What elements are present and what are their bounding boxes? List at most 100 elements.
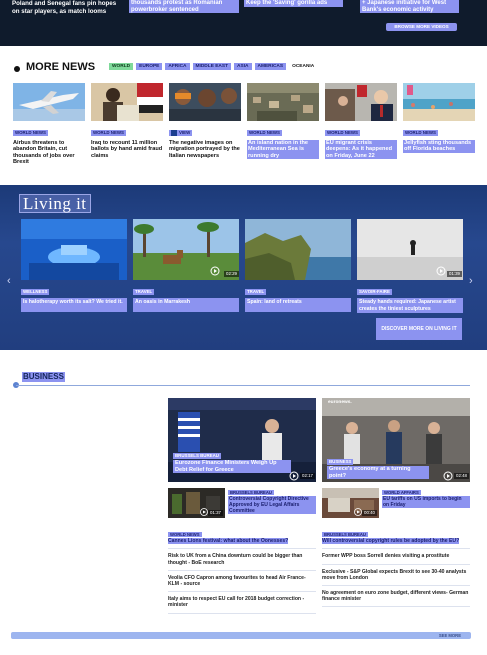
tab-oceania[interactable]: OCEANIA bbox=[289, 63, 317, 70]
tab-europe[interactable]: EUROPE bbox=[136, 63, 163, 70]
more-news-list: WORLD NEWS Airbus threatens to abandon B… bbox=[13, 83, 475, 165]
top-video-caption-2[interactable]: thousands protest as Romanian powerbroke… bbox=[129, 0, 239, 14]
video-duration: 00:40 bbox=[362, 510, 377, 516]
list-item-category: WORLD NEWS bbox=[168, 532, 202, 537]
airplane-thumbnail[interactable] bbox=[13, 83, 85, 121]
news-headline[interactable]: Iraq to recount 11 million ballots by ha… bbox=[91, 140, 163, 159]
list-item[interactable]: BRUSSELS BUREAU Will controversial copyr… bbox=[322, 528, 470, 550]
featured-headline[interactable]: Eurozone Finance Ministers Weigh Up Debt… bbox=[173, 460, 291, 474]
small-category: BRUSSELS BUREAU bbox=[228, 490, 274, 495]
list-item-category: BRUSSELS BUREAU bbox=[322, 532, 368, 537]
region-tabs: WORLD EUROPE AFRICA MIDDLE EAST ASIA AME… bbox=[109, 63, 317, 70]
tab-asia[interactable]: ASIA bbox=[234, 63, 252, 70]
list-item[interactable]: Veolia CFO Capron among favourites to he… bbox=[168, 571, 316, 593]
living-category: SAVOIR-FAIRE bbox=[357, 289, 392, 295]
news-category: WORLD NEWS bbox=[403, 130, 438, 136]
tab-middle-east[interactable]: MIDDLE EAST bbox=[192, 63, 232, 70]
carousel-next-icon[interactable]: › bbox=[469, 275, 473, 287]
see-more-label[interactable]: SEE MORE bbox=[439, 632, 461, 639]
featured-category: BRUSSELS BUREAU bbox=[173, 453, 221, 459]
list-item-headline[interactable]: Veolia CFO Capron among favourites to he… bbox=[168, 575, 306, 587]
tab-world[interactable]: WORLD bbox=[109, 63, 134, 70]
business-featured-card[interactable]: euronews. BUSINESS Greece's economy at a… bbox=[322, 398, 470, 482]
video-duration: 01:39 bbox=[447, 271, 462, 277]
living-headline[interactable]: Is halotherapy worth its salt? We tried … bbox=[21, 298, 127, 312]
featured-headline[interactable]: Greece's economy at a turning point? bbox=[327, 466, 429, 480]
list-item[interactable]: No agreement on euro zone budget, differ… bbox=[322, 586, 470, 608]
tab-africa[interactable]: AFRICA bbox=[165, 63, 190, 70]
list-item-headline[interactable]: Cannes Lions festival: what about the Oo… bbox=[168, 538, 289, 545]
news-card[interactable]: WORLD NEWS Iraq to recount 11 million ba… bbox=[91, 83, 163, 165]
list-item[interactable]: Italy aims to respect EU call for 2018 b… bbox=[168, 592, 316, 614]
list-item-headline[interactable]: Will controversial copyright rules be ad… bbox=[322, 538, 460, 545]
business-small-card[interactable]: 01:37 BRUSSELS BUREAU Controversial Copy… bbox=[168, 488, 316, 518]
list-item[interactable]: WORLD NEWS Cannes Lions festival: what a… bbox=[168, 528, 316, 550]
living-card[interactable]: SAVOIR-FAIRE Steady hands required: Japa… bbox=[357, 219, 463, 313]
list-item[interactable]: Exclusive - S&P Global expects Brexit to… bbox=[322, 565, 470, 587]
living-card[interactable]: WELLNESS Is halotherapy worth its salt? … bbox=[21, 219, 127, 313]
list-item-headline[interactable]: No agreement on euro zone budget, differ… bbox=[322, 590, 468, 602]
news-category: WORLD NEWS bbox=[91, 130, 126, 136]
news-category: VIEW bbox=[169, 129, 193, 136]
list-item[interactable]: Former WPP boss Sorrell denies visiting … bbox=[322, 549, 470, 565]
halotherapy-thumbnail[interactable] bbox=[21, 219, 127, 280]
small-category: WORLD AFFAIRS bbox=[382, 490, 421, 495]
list-item-headline[interactable]: Former WPP boss Sorrell denies visiting … bbox=[322, 553, 449, 559]
business-section: BUSINESS BRUSSELS BUREAU Eurozone Financ… bbox=[0, 360, 487, 655]
news-headline[interactable]: An island nation in the Mediterranean Se… bbox=[247, 140, 319, 159]
living-card[interactable]: TRAVEL Spain: land of retreats bbox=[245, 219, 351, 313]
business-list-left: WORLD NEWS Cannes Lions festival: what a… bbox=[168, 528, 316, 614]
list-item-headline[interactable]: Exclusive - S&P Global expects Brexit to… bbox=[322, 569, 466, 581]
living-category: WELLNESS bbox=[21, 289, 50, 295]
business-list-right: BRUSSELS BUREAU Will controversial copyr… bbox=[322, 528, 470, 608]
video-duration: 02:17 bbox=[300, 473, 315, 479]
discover-living-it-button[interactable]: DISCOVER MORE ON LIVING IT bbox=[376, 318, 462, 340]
tab-americas[interactable]: AMERICAS bbox=[254, 63, 287, 70]
news-headline[interactable]: The negative images on migration portray… bbox=[169, 140, 241, 159]
living-it-logo[interactable]: Living it bbox=[19, 194, 91, 213]
news-card[interactable]: WORLD NEWS Airbus threatens to abandon B… bbox=[13, 83, 85, 165]
news-card[interactable]: WORLD NEWS Jellyfish sting thousands off… bbox=[403, 83, 475, 165]
news-card[interactable]: WORLD NEWS An island nation in the Medit… bbox=[247, 83, 319, 165]
browse-more-videos-button[interactable]: BROWSE MORE VIDEOS bbox=[386, 23, 457, 31]
more-news-section: MORE NEWS WORLD EUROPE AFRICA MIDDLE EAS… bbox=[0, 52, 487, 172]
top-video-caption-4[interactable]: + Japanese initiative for West Bank's ec… bbox=[360, 0, 459, 14]
beach-thumbnail[interactable] bbox=[403, 83, 475, 121]
news-card[interactable]: VIEW The negative images on migration po… bbox=[169, 83, 241, 165]
living-category: TRAVEL bbox=[133, 289, 155, 295]
living-card[interactable]: TRAVEL An oasis in Marrakesh bbox=[133, 219, 239, 313]
migrants-thumbnail[interactable] bbox=[169, 83, 241, 121]
section-bullet-icon bbox=[14, 66, 20, 72]
news-headline[interactable]: Jellyfish sting thousands off Florida be… bbox=[403, 140, 475, 153]
list-item[interactable]: Risk to UK from a China downturn could b… bbox=[168, 549, 316, 571]
list-item-headline[interactable]: Risk to UK from a China downturn could b… bbox=[168, 553, 302, 565]
spain-retreats-thumbnail[interactable] bbox=[245, 219, 351, 280]
eu-crisis-thumbnail[interactable] bbox=[325, 83, 397, 121]
news-headline[interactable]: EU migrant crisis deepens: As it happene… bbox=[325, 140, 397, 159]
see-more-bar[interactable]: SEE MORE bbox=[11, 632, 471, 639]
living-headline[interactable]: Steady hands required: Japanese artist c… bbox=[357, 298, 463, 313]
top-video-caption-3[interactable]: Keep the 'Saving' gorilla ads bbox=[244, 0, 343, 7]
island-thumbnail[interactable] bbox=[247, 83, 319, 121]
section-divider bbox=[16, 385, 470, 386]
small-headline[interactable]: Controversial Copyright Directive Approv… bbox=[228, 496, 316, 514]
top-video-caption-1[interactable]: Poland and Senegal fans pin hopes on sta… bbox=[12, 0, 124, 15]
living-it-section: Living it ‹ › WELLNESS Is halotherapy wo… bbox=[0, 185, 487, 350]
business-small-card[interactable]: 00:40 WORLD AFFAIRS EU tariffs on US imp… bbox=[322, 488, 470, 518]
living-headline[interactable]: An oasis in Marrakesh bbox=[133, 298, 239, 312]
living-category: TRAVEL bbox=[245, 289, 267, 295]
living-headline[interactable]: Spain: land of retreats bbox=[245, 298, 351, 312]
featured-category: BUSINESS bbox=[327, 459, 354, 465]
video-duration: 01:37 bbox=[208, 510, 223, 516]
list-item-headline[interactable]: Italy aims to respect EU call for 2018 b… bbox=[168, 596, 304, 608]
page: Poland and Senegal fans pin hopes on sta… bbox=[0, 0, 487, 655]
small-headline[interactable]: EU tariffs on US imports to begin on Fri… bbox=[382, 496, 470, 508]
more-news-title: MORE NEWS bbox=[26, 61, 96, 73]
news-headline[interactable]: Airbus threatens to abandon Britain, cut… bbox=[13, 140, 85, 165]
euronews-logo: euronews. bbox=[328, 400, 352, 405]
news-card[interactable]: WORLD NEWS EU migrant crisis deepens: As… bbox=[325, 83, 397, 165]
iraq-ballot-thumbnail[interactable] bbox=[91, 83, 163, 121]
carousel-prev-icon[interactable]: ‹ bbox=[7, 275, 11, 287]
living-carousel: WELLNESS Is halotherapy worth its salt? … bbox=[21, 219, 463, 313]
business-featured-card[interactable]: BRUSSELS BUREAU Eurozone Finance Ministe… bbox=[168, 398, 316, 482]
